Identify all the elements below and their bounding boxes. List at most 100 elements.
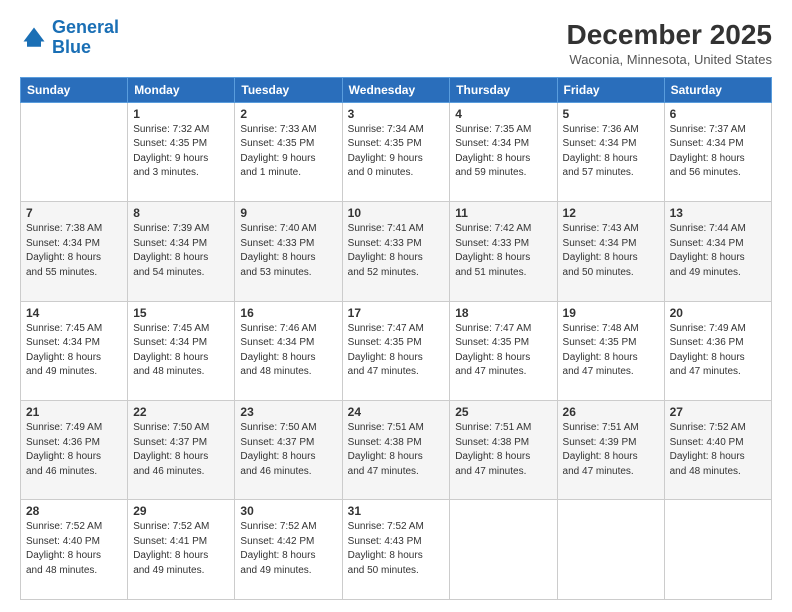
calendar-cell: 8 Sunrise: 7:39 AMSunset: 4:34 PMDaylight… xyxy=(128,202,235,301)
calendar-week-row: 7 Sunrise: 7:38 AMSunset: 4:34 PMDaylight… xyxy=(21,202,772,301)
calendar-cell: 12 Sunrise: 7:43 AMSunset: 4:34 PMDayligh… xyxy=(557,202,664,301)
calendar-cell: 4Sunrise: 7:35 AMSunset: 4:34 PMDaylight… xyxy=(450,102,557,201)
calendar-cell: 20 Sunrise: 7:49 AMSunset: 4:36 PMDayligh… xyxy=(664,301,771,400)
day-number: 6 xyxy=(670,107,766,121)
day-info: Sunrise: 7:44 AMSunset: 4:34 PMDaylight:… xyxy=(670,222,766,280)
day-number: 31 xyxy=(348,504,445,518)
calendar-day-header: Friday xyxy=(557,77,664,102)
calendar-cell: 29 Sunrise: 7:52 AMSunset: 4:41 PMDayligh… xyxy=(128,500,235,600)
day-number: 18 xyxy=(455,306,551,320)
page: General Blue December 2025 Waconia, Minn… xyxy=(0,0,792,612)
day-info: Sunrise: 7:52 AMSunset: 4:40 PMDaylight:… xyxy=(26,520,122,578)
calendar-cell: 31 Sunrise: 7:52 AMSunset: 4:43 PMDayligh… xyxy=(342,500,450,600)
day-number: 17 xyxy=(348,306,445,320)
calendar-cell: 1 Sunrise: 7:32 AMSunset: 4:35 PMDaylight… xyxy=(128,102,235,201)
day-number: 27 xyxy=(670,405,766,419)
day-info: Sunrise: 7:36 AMSunset: 4:34 PMDaylight:… xyxy=(563,123,659,181)
logo-icon xyxy=(20,24,48,52)
calendar-cell: 21 Sunrise: 7:49 AMSunset: 4:36 PMDayligh… xyxy=(21,401,128,500)
calendar-cell: 28Sunrise: 7:52 AMSunset: 4:40 PMDayligh… xyxy=(21,500,128,600)
calendar-cell: 23 Sunrise: 7:50 AMSunset: 4:37 PMDayligh… xyxy=(235,401,342,500)
day-info: Sunrise: 7:50 AMSunset: 4:37 PMDaylight:… xyxy=(240,421,336,479)
day-number: 30 xyxy=(240,504,336,518)
calendar-cell xyxy=(21,102,128,201)
day-number: 2 xyxy=(240,107,336,121)
day-info: Sunrise: 7:51 AMSunset: 4:38 PMDaylight:… xyxy=(348,421,445,479)
day-info: Sunrise: 7:49 AMSunset: 4:36 PMDaylight:… xyxy=(670,322,766,380)
day-number: 26 xyxy=(563,405,659,419)
logo: General Blue xyxy=(20,18,119,58)
day-info: Sunrise: 7:34 AMSunset: 4:35 PMDaylight:… xyxy=(348,123,445,181)
day-number: 11 xyxy=(455,206,551,220)
calendar-cell: 18 Sunrise: 7:47 AMSunset: 4:35 PMDayligh… xyxy=(450,301,557,400)
calendar-week-row: 14 Sunrise: 7:45 AMSunset: 4:34 PMDayligh… xyxy=(21,301,772,400)
calendar-cell: 16Sunrise: 7:46 AMSunset: 4:34 PMDayligh… xyxy=(235,301,342,400)
calendar-cell: 10 Sunrise: 7:41 AMSunset: 4:33 PMDayligh… xyxy=(342,202,450,301)
calendar-week-row: 1 Sunrise: 7:32 AMSunset: 4:35 PMDaylight… xyxy=(21,102,772,201)
day-info: Sunrise: 7:39 AMSunset: 4:34 PMDaylight:… xyxy=(133,222,229,280)
calendar-cell: 17 Sunrise: 7:47 AMSunset: 4:35 PMDayligh… xyxy=(342,301,450,400)
day-info: Sunrise: 7:52 AMSunset: 4:41 PMDaylight:… xyxy=(133,520,229,578)
day-number: 15 xyxy=(133,306,229,320)
day-number: 13 xyxy=(670,206,766,220)
calendar-day-header: Tuesday xyxy=(235,77,342,102)
day-info: Sunrise: 7:52 AMSunset: 4:43 PMDaylight:… xyxy=(348,520,445,578)
day-number: 25 xyxy=(455,405,551,419)
day-info: Sunrise: 7:37 AMSunset: 4:34 PMDaylight:… xyxy=(670,123,766,181)
calendar-cell: 2 Sunrise: 7:33 AMSunset: 4:35 PMDaylight… xyxy=(235,102,342,201)
day-info: Sunrise: 7:32 AMSunset: 4:35 PMDaylight:… xyxy=(133,123,229,181)
calendar-cell: 9 Sunrise: 7:40 AMSunset: 4:33 PMDaylight… xyxy=(235,202,342,301)
calendar-day-header: Saturday xyxy=(664,77,771,102)
day-number: 8 xyxy=(133,206,229,220)
day-info: Sunrise: 7:33 AMSunset: 4:35 PMDaylight:… xyxy=(240,123,336,181)
main-title: December 2025 xyxy=(567,18,772,52)
logo-text: General Blue xyxy=(52,18,119,58)
calendar-week-row: 28Sunrise: 7:52 AMSunset: 4:40 PMDayligh… xyxy=(21,500,772,600)
calendar-cell xyxy=(450,500,557,600)
subtitle: Waconia, Minnesota, United States xyxy=(567,52,772,67)
day-info: Sunrise: 7:46 AMSunset: 4:34 PMDaylight:… xyxy=(240,322,336,380)
calendar-cell: 24 Sunrise: 7:51 AMSunset: 4:38 PMDayligh… xyxy=(342,401,450,500)
day-info: Sunrise: 7:38 AMSunset: 4:34 PMDaylight:… xyxy=(26,222,122,280)
day-number: 12 xyxy=(563,206,659,220)
calendar-header-row: SundayMondayTuesdayWednesdayThursdayFrid… xyxy=(21,77,772,102)
day-number: 3 xyxy=(348,107,445,121)
title-block: December 2025 Waconia, Minnesota, United… xyxy=(567,18,772,67)
day-number: 23 xyxy=(240,405,336,419)
day-number: 7 xyxy=(26,206,122,220)
day-number: 10 xyxy=(348,206,445,220)
day-number: 24 xyxy=(348,405,445,419)
day-info: Sunrise: 7:45 AMSunset: 4:34 PMDaylight:… xyxy=(133,322,229,380)
calendar-cell: 26Sunrise: 7:51 AMSunset: 4:39 PMDayligh… xyxy=(557,401,664,500)
day-number: 1 xyxy=(133,107,229,121)
calendar-cell: 5Sunrise: 7:36 AMSunset: 4:34 PMDaylight… xyxy=(557,102,664,201)
day-number: 29 xyxy=(133,504,229,518)
calendar-cell xyxy=(664,500,771,600)
calendar-cell: 3 Sunrise: 7:34 AMSunset: 4:35 PMDaylight… xyxy=(342,102,450,201)
calendar-cell: 13 Sunrise: 7:44 AMSunset: 4:34 PMDayligh… xyxy=(664,202,771,301)
day-info: Sunrise: 7:48 AMSunset: 4:35 PMDaylight:… xyxy=(563,322,659,380)
calendar-cell: 30Sunrise: 7:52 AMSunset: 4:42 PMDayligh… xyxy=(235,500,342,600)
day-number: 14 xyxy=(26,306,122,320)
calendar-week-row: 21 Sunrise: 7:49 AMSunset: 4:36 PMDayligh… xyxy=(21,401,772,500)
day-info: Sunrise: 7:47 AMSunset: 4:35 PMDaylight:… xyxy=(455,322,551,380)
calendar-cell: 11Sunrise: 7:42 AMSunset: 4:33 PMDayligh… xyxy=(450,202,557,301)
day-info: Sunrise: 7:52 AMSunset: 4:40 PMDaylight:… xyxy=(670,421,766,479)
day-info: Sunrise: 7:43 AMSunset: 4:34 PMDaylight:… xyxy=(563,222,659,280)
day-number: 21 xyxy=(26,405,122,419)
day-info: Sunrise: 7:45 AMSunset: 4:34 PMDaylight:… xyxy=(26,322,122,380)
day-info: Sunrise: 7:41 AMSunset: 4:33 PMDaylight:… xyxy=(348,222,445,280)
day-info: Sunrise: 7:49 AMSunset: 4:36 PMDaylight:… xyxy=(26,421,122,479)
day-info: Sunrise: 7:47 AMSunset: 4:35 PMDaylight:… xyxy=(348,322,445,380)
calendar-cell: 7 Sunrise: 7:38 AMSunset: 4:34 PMDaylight… xyxy=(21,202,128,301)
calendar-day-header: Monday xyxy=(128,77,235,102)
calendar-table: SundayMondayTuesdayWednesdayThursdayFrid… xyxy=(20,77,772,600)
day-number: 22 xyxy=(133,405,229,419)
day-info: Sunrise: 7:40 AMSunset: 4:33 PMDaylight:… xyxy=(240,222,336,280)
day-info: Sunrise: 7:51 AMSunset: 4:38 PMDaylight:… xyxy=(455,421,551,479)
day-number: 20 xyxy=(670,306,766,320)
day-number: 9 xyxy=(240,206,336,220)
calendar-cell: 22Sunrise: 7:50 AMSunset: 4:37 PMDayligh… xyxy=(128,401,235,500)
calendar-cell: 14 Sunrise: 7:45 AMSunset: 4:34 PMDayligh… xyxy=(21,301,128,400)
day-info: Sunrise: 7:35 AMSunset: 4:34 PMDaylight:… xyxy=(455,123,551,181)
